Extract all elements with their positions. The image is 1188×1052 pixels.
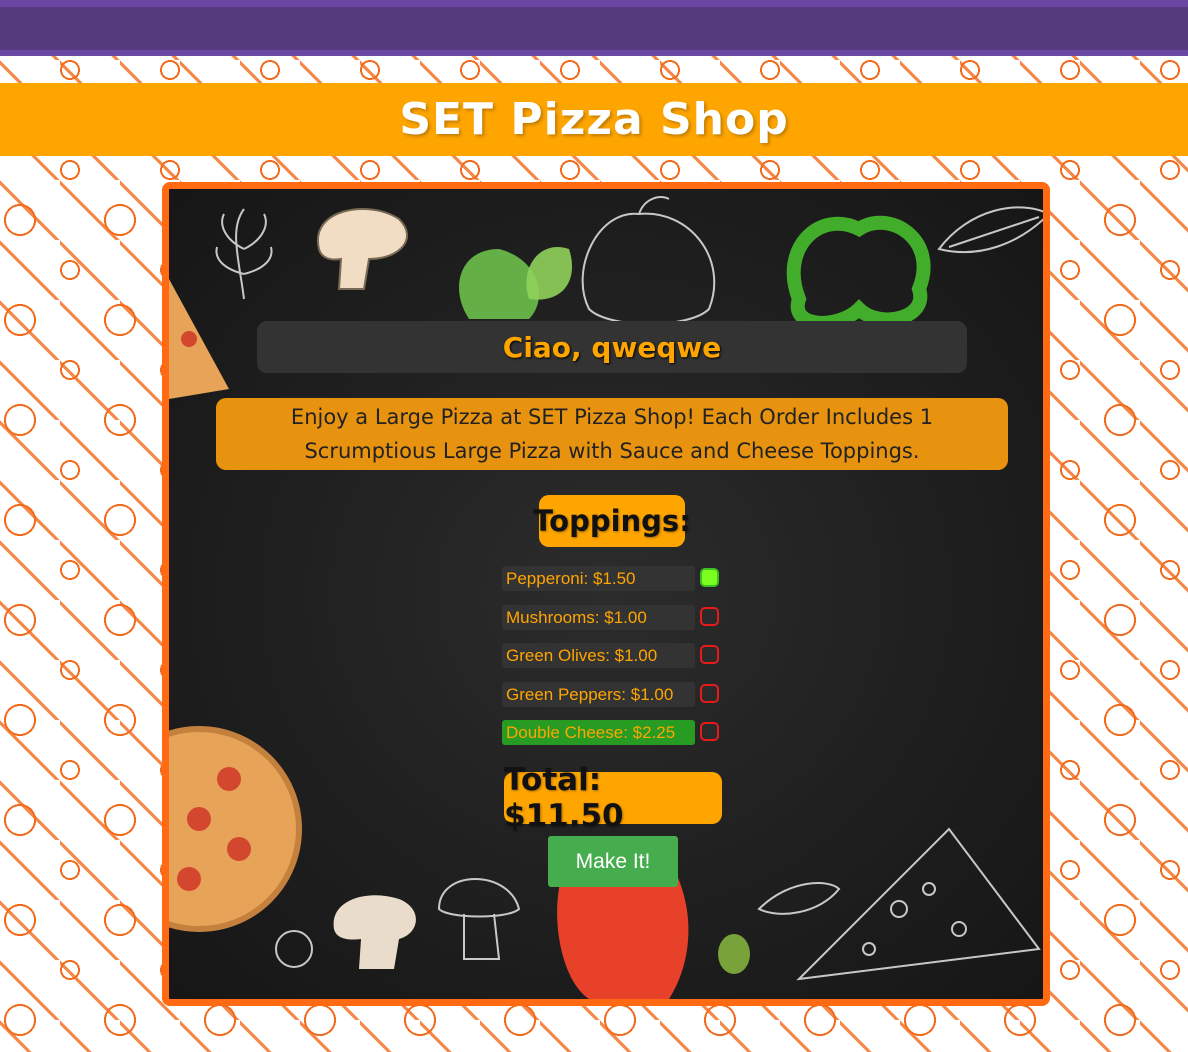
pizza-description: Enjoy a Large Pizza at SET Pizza Shop! E… bbox=[216, 398, 1008, 470]
title-banner: SET Pizza Shop bbox=[0, 83, 1188, 156]
mushrooms-checkbox[interactable] bbox=[700, 607, 719, 626]
topping-row-pepperoni: Pepperoni: $1.50 bbox=[502, 566, 726, 596]
topping-label: Pepperoni: $1.50 bbox=[502, 566, 695, 591]
topping-row-double-cheese: Double Cheese: $2.25 bbox=[502, 720, 726, 750]
order-total: Total: $11.50 bbox=[504, 762, 722, 834]
order-board: Ciao, qweqwe Enjoy a Large Pizza at SET … bbox=[162, 182, 1050, 1006]
topping-label: Double Cheese: $2.25 bbox=[502, 720, 695, 745]
page-title: SET Pizza Shop bbox=[399, 94, 789, 145]
pepperoni-checkbox[interactable] bbox=[700, 568, 719, 587]
make-it-button[interactable]: Make It! bbox=[548, 836, 678, 887]
topping-row-green-olives: Green Olives: $1.00 bbox=[502, 643, 726, 673]
topping-label: Green Olives: $1.00 bbox=[502, 643, 695, 668]
topping-label: Mushrooms: $1.00 bbox=[502, 605, 695, 630]
top-nav-bar bbox=[0, 0, 1188, 56]
double-cheese-checkbox[interactable] bbox=[700, 722, 719, 741]
green-olives-checkbox[interactable] bbox=[700, 645, 719, 664]
topping-row-mushrooms: Mushrooms: $1.00 bbox=[502, 605, 726, 635]
topping-label: Green Peppers: $1.00 bbox=[502, 682, 695, 707]
greeting-banner: Ciao, qweqwe bbox=[257, 321, 967, 373]
topping-row-green-peppers: Green Peppers: $1.00 bbox=[502, 682, 726, 712]
green-peppers-checkbox[interactable] bbox=[700, 684, 719, 703]
toppings-heading: Toppings: bbox=[533, 495, 691, 547]
